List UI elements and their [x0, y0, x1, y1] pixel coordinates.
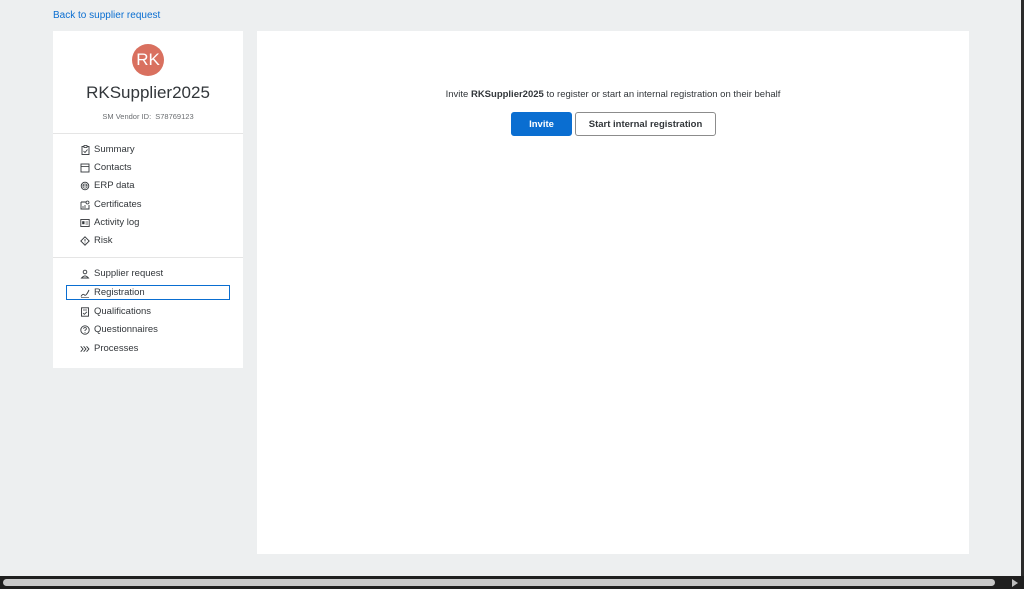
registration-panel: Invite RKSupplier2025 to register or sta… — [257, 31, 969, 554]
horizontal-scrollbar[interactable] — [0, 576, 1024, 589]
nav-item-certificates[interactable]: Certificates — [66, 197, 230, 212]
nav-item-label: Processes — [94, 343, 139, 354]
nav-item-label: Registration — [94, 287, 145, 298]
address-book-icon — [80, 163, 90, 173]
vendor-id-label: SM Vendor ID: — [102, 112, 152, 121]
nav-item-summary[interactable]: Summary — [66, 142, 230, 157]
chevrons-right-icon — [80, 344, 90, 354]
nav-item-label: Activity log — [94, 217, 140, 228]
nav-item-risk[interactable]: Risk — [66, 233, 230, 248]
scroll-right-icon[interactable] — [1012, 579, 1018, 587]
nav-item-qualifications[interactable]: Qualifications — [66, 304, 230, 319]
certificate-icon — [80, 200, 90, 210]
nav-item-label: Qualifications — [94, 306, 152, 317]
nav-item-label: Contacts — [94, 162, 132, 173]
document-check-icon — [80, 306, 90, 317]
avatar: RK — [132, 44, 164, 76]
nav-item-contacts[interactable]: Contacts — [66, 160, 230, 175]
nav-item-label: Supplier request — [94, 268, 164, 279]
scrollbar-thumb[interactable] — [3, 579, 995, 586]
message-supplier-name: RKSupplier2025 — [470, 89, 544, 100]
id-card-icon — [80, 218, 90, 228]
person-request-icon — [80, 269, 90, 279]
divider — [53, 257, 243, 258]
divider — [53, 133, 243, 134]
nav-item-supplier-request[interactable]: Supplier request — [66, 266, 230, 281]
nav-item-label: ERP data — [94, 180, 135, 191]
database-sync-icon — [80, 181, 90, 191]
nav-item-questionnaires[interactable]: Questionnaires — [66, 322, 230, 337]
nav-item-erp-data[interactable]: ERP data — [66, 178, 230, 193]
message-prefix: Invite — [445, 89, 469, 100]
nav-item-activity-log[interactable]: Activity log — [66, 215, 230, 230]
invite-message: Invite RKSupplier2025 to register or sta… — [257, 89, 969, 100]
nav-item-label: Certificates — [94, 199, 142, 210]
nav-item-processes[interactable]: Processes — [66, 341, 230, 356]
vendor-id: SM Vendor ID: S78769123 — [53, 112, 243, 121]
nav-item-label: Risk — [94, 235, 113, 246]
vendor-id-value: S78769123 — [155, 112, 194, 121]
start-internal-registration-button[interactable]: Start internal registration — [575, 112, 716, 136]
diamond-risk-icon — [80, 235, 90, 246]
signature-icon — [80, 288, 90, 298]
back-to-supplier-request-link[interactable]: Back to supplier request — [53, 10, 160, 21]
nav-item-registration[interactable]: Registration — [66, 285, 230, 300]
nav-item-label: Summary — [94, 144, 135, 155]
invite-button[interactable]: Invite — [511, 112, 572, 136]
supplier-sidebar: RK RKSupplier2025 SM Vendor ID: S7876912… — [53, 31, 243, 368]
nav-item-label: Questionnaires — [94, 324, 158, 335]
question-circle-icon — [80, 324, 90, 335]
clipboard-icon — [80, 144, 90, 155]
message-suffix: to register or start an internal registr… — [546, 89, 781, 100]
supplier-name: RKSupplier2025 — [86, 83, 210, 102]
